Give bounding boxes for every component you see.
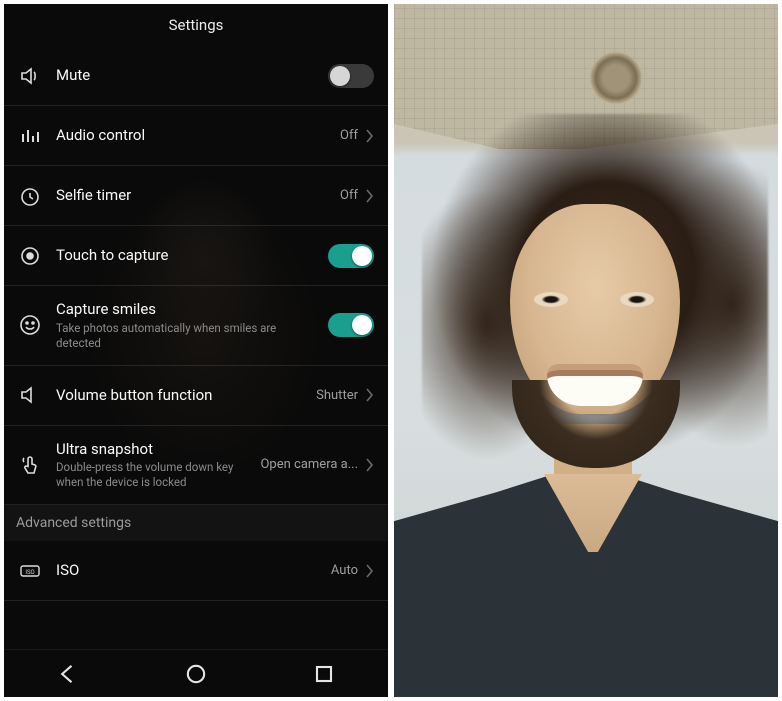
volume-icon [18,383,42,407]
setting-label: Audio control [56,126,326,145]
audio-bars-icon [18,124,42,148]
chevron-right-icon [366,564,374,578]
tap-icon [18,453,42,477]
android-nav-bar [4,649,388,697]
setting-label: Touch to capture [56,246,314,265]
setting-volume-button-function[interactable]: Volume button function Shutter [4,366,388,426]
settings-list: Mute Audio control Off [4,46,388,649]
chevron-right-icon [366,189,374,203]
toggle-capture-smiles[interactable] [328,313,374,337]
setting-value: Shutter [316,388,358,403]
setting-subtitle: Take photos automatically when smiles ar… [56,321,314,351]
selfie-photo [394,4,778,697]
setting-label: Capture smiles [56,300,314,319]
person-smile [547,364,643,406]
nav-home-button[interactable] [182,660,210,688]
setting-value: Off [340,128,358,143]
svg-text:ISO: ISO [25,569,34,576]
ceiling-light [590,52,642,104]
speaker-icon [18,64,42,88]
setting-mute[interactable]: Mute [4,46,388,106]
timer-icon [18,184,42,208]
setting-iso[interactable]: ISO ISO Auto [4,541,388,601]
toggle-mute[interactable] [328,64,374,88]
setting-touch-to-capture[interactable]: Touch to capture [4,226,388,286]
chevron-right-icon [366,388,374,402]
setting-label: ISO [56,561,317,580]
nav-back-button[interactable] [54,660,82,688]
toggle-touch-to-capture[interactable] [328,244,374,268]
setting-label: Mute [56,66,314,85]
setting-value: Open camera a... [260,457,358,472]
advanced-settings-header: Advanced settings [4,505,388,541]
setting-audio-control[interactable]: Audio control Off [4,106,388,166]
nav-recent-button[interactable] [310,660,338,688]
setting-subtitle: Double-press the volume down key when th… [56,460,246,490]
target-icon [18,244,42,268]
setting-label: Ultra snapshot [56,440,246,459]
left-eye [534,292,568,307]
chevron-right-icon [366,129,374,143]
iso-icon: ISO [18,559,42,583]
settings-screen: Settings Mute Audio control Off [4,4,388,697]
setting-selfie-timer[interactable]: Selfie timer Off [4,166,388,226]
setting-label: Selfie timer [56,186,326,205]
setting-label: Volume button function [56,386,302,405]
setting-capture-smiles[interactable]: Capture smiles Take photos automatically… [4,286,388,366]
right-eye [620,292,654,307]
smile-icon [18,313,42,337]
setting-ultra-snapshot[interactable]: Ultra snapshot Double-press the volume d… [4,426,388,506]
setting-value: Off [340,188,358,203]
setting-value: Auto [331,563,358,578]
page-title: Settings [4,4,388,46]
chevron-right-icon [366,458,374,472]
